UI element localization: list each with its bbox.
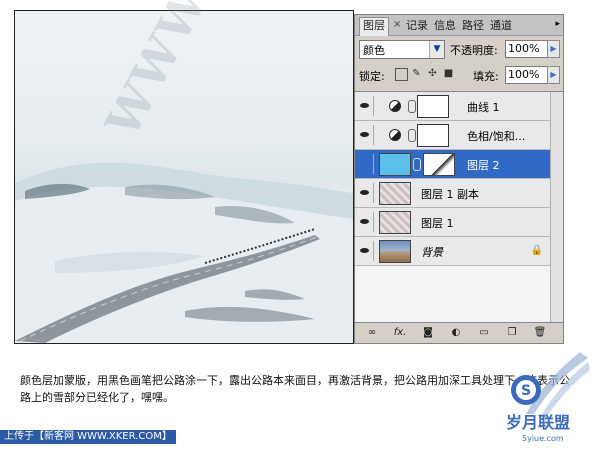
tab-history[interactable]: 记录 [403, 18, 431, 34]
layer-thumbnail[interactable] [379, 211, 411, 234]
close-icon[interactable]: × [393, 19, 401, 30]
layer-name: 曲线 1 [467, 101, 500, 114]
color-layer-thumbnail[interactable] [379, 153, 411, 176]
layer-name: 背景 [421, 246, 443, 259]
eye-icon[interactable] [357, 183, 374, 203]
layer-thumbnail[interactable] [379, 182, 411, 205]
fill-input[interactable]: 100% [505, 66, 549, 84]
link-chain-icon[interactable] [413, 158, 421, 171]
lock-label: 锁定: [359, 70, 385, 83]
adjustment-layer-icon [389, 100, 401, 112]
tab-info[interactable]: 信息 [431, 18, 459, 34]
lock-icon: 🔒 [530, 245, 543, 256]
layers-scrollbar[interactable] [550, 92, 563, 324]
fill-label: 填充: [473, 70, 499, 83]
layer-row[interactable]: 图层 1 副本 [355, 179, 563, 208]
fx-icon[interactable]: fx. [393, 326, 407, 339]
svg-text:岁月联盟: 岁月联盟 [506, 413, 570, 432]
lock-transparency-icon[interactable] [395, 68, 408, 81]
layers-panel: 图层 × 记录 信息 路径 通道 ▸ 颜色 ▼ 不透明度: 100% ▶ 锁定:… [354, 14, 564, 344]
layer-name: 图层 2 [467, 159, 500, 172]
lock-brush-icon[interactable]: ✎ [411, 68, 422, 79]
link-chain-icon[interactable] [408, 100, 416, 113]
folder-icon[interactable]: ▭ [477, 326, 491, 339]
new-layer-icon[interactable]: ❐ [505, 326, 519, 339]
tab-channels[interactable]: 通道 [487, 18, 515, 34]
layer-row[interactable]: 曲线 1 [355, 92, 563, 121]
layer-row[interactable]: 图层 1 [355, 208, 563, 237]
link-icon[interactable]: ∞ [365, 326, 379, 339]
panel-menu-icon[interactable]: ▸ [555, 19, 560, 29]
fill-arrow-icon[interactable]: ▶ [547, 66, 560, 84]
opacity-label: 不透明度: [450, 44, 498, 57]
logo-url: 5yiue.com [522, 434, 564, 443]
layer-name: 图层 1 副本 [421, 188, 479, 201]
opacity-input[interactable]: 100% [505, 40, 549, 58]
lock-all-icon[interactable]: ■ [443, 68, 454, 79]
upload-footer: 上传于【新客网 WWW.XKER.COM】 [0, 430, 176, 444]
eye-icon[interactable] [357, 154, 374, 174]
blend-mode-value: 颜色 [363, 44, 385, 57]
eye-icon[interactable] [357, 212, 374, 232]
layer-mask-thumbnail[interactable] [423, 153, 455, 176]
lock-move-icon[interactable]: ✣ [427, 68, 438, 79]
eye-icon[interactable] [357, 96, 374, 116]
layer-row[interactable]: 背景 🔒 [355, 237, 563, 266]
layer-name: 图层 1 [421, 217, 454, 230]
layer-mask-thumbnail[interactable] [417, 124, 449, 147]
adjustment-icon[interactable]: ◐ [449, 326, 463, 339]
trash-icon[interactable]: 🗑 [533, 326, 547, 339]
layers-toolbar: ∞ fx. ◙ ◐ ▭ ❐ 🗑 [355, 322, 563, 343]
layer-mask-thumbnail[interactable] [417, 95, 449, 118]
chevron-down-icon: ▼ [429, 41, 444, 58]
caption-text: 颜色层加蒙版，用黑色画笔把公路涂一下，露出公路本来面目，再激活背景，把公路用加深… [20, 374, 570, 404]
layer-row-selected[interactable]: 图层 2 [355, 150, 563, 179]
site-logo: S 岁月联盟 5yiue.com [500, 348, 592, 444]
background-thumbnail[interactable] [379, 240, 411, 263]
eye-icon[interactable] [357, 125, 374, 145]
opacity-arrow-icon[interactable]: ▶ [547, 40, 560, 58]
panel-tabs: 图层 × 记录 信息 路径 通道 ▸ [355, 15, 563, 36]
svg-text:S: S [521, 383, 531, 399]
layer-name: 色相/饱和... [467, 130, 526, 143]
eye-icon[interactable] [357, 241, 374, 261]
layers-list: 曲线 1 色相/饱和... 图层 2 图层 1 副本 图层 1 背景 🔒 [355, 91, 563, 324]
link-chain-icon[interactable] [408, 129, 416, 142]
tab-paths[interactable]: 路径 [459, 18, 487, 34]
layer-row[interactable]: 色相/饱和... [355, 121, 563, 150]
tab-layers[interactable]: 图层 [359, 17, 389, 36]
blend-mode-select[interactable]: 颜色 ▼ [359, 40, 445, 59]
mask-icon[interactable]: ◙ [421, 326, 435, 339]
adjustment-layer-icon [389, 129, 401, 141]
